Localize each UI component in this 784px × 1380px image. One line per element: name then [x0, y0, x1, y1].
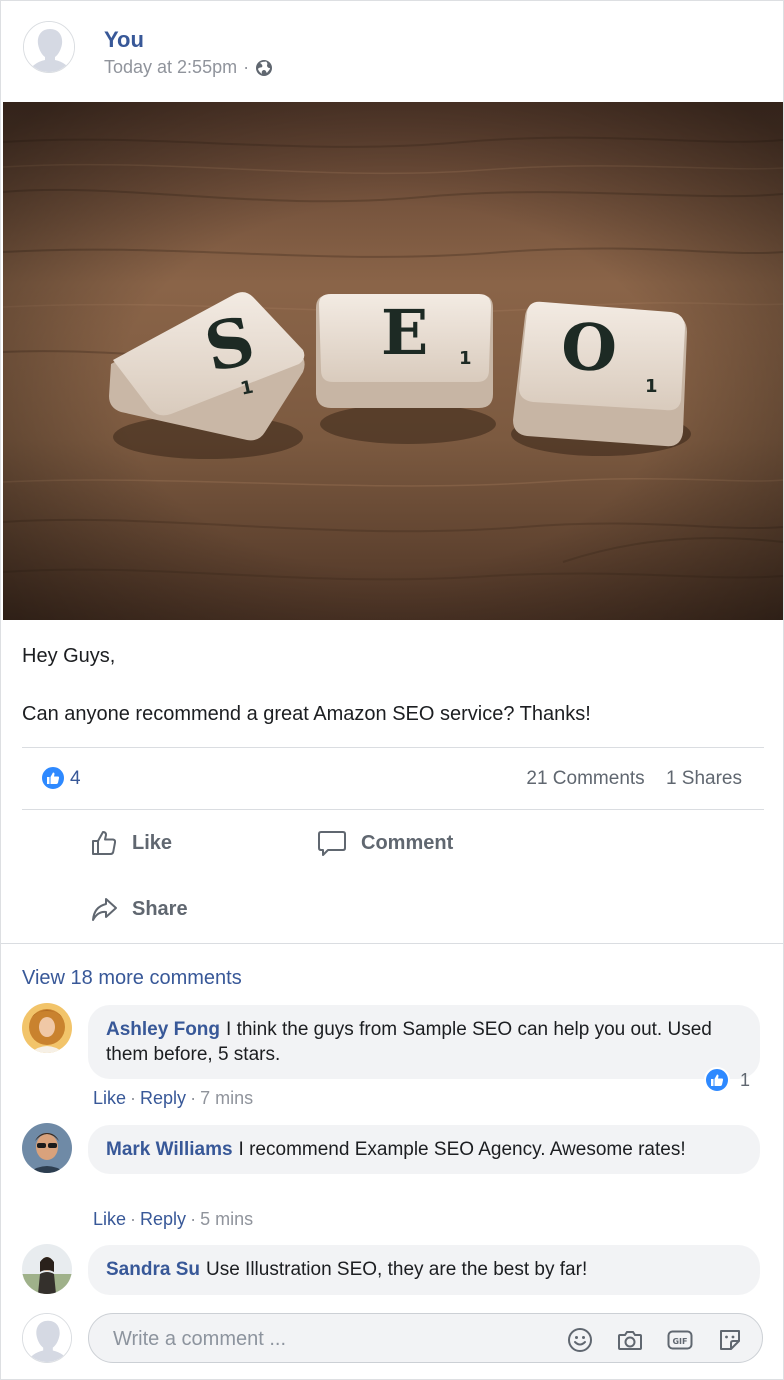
comment-text: Use Illustration SEO, they are the best …: [205, 1259, 588, 1280]
post-text-spacer: [22, 671, 762, 700]
svg-text:GIF: GIF: [672, 1337, 687, 1346]
meta-separator: ·: [243, 57, 250, 77]
divider-top: [22, 747, 764, 748]
post-header: You Today at 2:55pm ·: [1, 1, 783, 101]
comment-time[interactable]: 5 mins: [200, 1209, 253, 1229]
tile-o-points: 1: [645, 376, 658, 397]
comment-reactions[interactable]: 1: [704, 1067, 750, 1093]
like-label: Like: [132, 831, 173, 854]
comment-bubble-ashley: Ashley Fong I think the guys from Sample …: [88, 1005, 760, 1079]
tile-e-points: 1: [459, 348, 472, 369]
emoji-icon[interactable]: [566, 1326, 594, 1354]
post-counts: 21 Comments 1 Shares: [510, 768, 742, 790]
comment-time[interactable]: 7 mins: [200, 1088, 253, 1108]
commenter-name[interactable]: Mark Williams: [106, 1139, 233, 1160]
share-arrow-icon: [92, 898, 117, 921]
comment-reply-link[interactable]: Reply: [140, 1209, 186, 1229]
divider-comments: [1, 943, 783, 944]
tile-e: E 1: [316, 294, 493, 408]
share-label: Share: [132, 897, 188, 920]
seo-tiles-photo: S 1 E 1 1 O 1: [3, 102, 783, 620]
comment-bubble-icon: [318, 831, 346, 856]
post-body: Hey Guys, Can anyone recommend a great A…: [22, 642, 762, 729]
view-more-comments-link[interactable]: View 18 more comments: [22, 967, 242, 990]
author-name[interactable]: You: [104, 27, 144, 53]
default-profile-icon: [23, 1314, 71, 1362]
comment-bubble-mark: Mark Williams I recommend Example SEO Age…: [88, 1125, 760, 1174]
commenter-name[interactable]: Sandra Su: [106, 1259, 200, 1280]
shares-count[interactable]: 1 Shares: [666, 768, 742, 789]
like-button[interactable]: Like: [90, 829, 172, 857]
comment-composer: GIF: [88, 1313, 763, 1363]
comment-reply-link[interactable]: Reply: [140, 1088, 186, 1108]
profile-photo: [22, 1123, 72, 1173]
thumbs-up-icon: [711, 1074, 724, 1086]
default-profile-icon: [24, 22, 74, 72]
divider-actions: [22, 809, 764, 810]
tile-o-letter-main: O: [559, 309, 619, 387]
commenter-name[interactable]: Ashley Fong: [106, 1019, 220, 1040]
post-timestamp[interactable]: Today at 2:55pm: [104, 57, 237, 78]
camera-icon[interactable]: [616, 1326, 644, 1354]
post-text-line-2: Can anyone recommend a great Amazon SEO …: [22, 703, 591, 725]
avatar-sandra-su[interactable]: [22, 1244, 72, 1294]
like-reaction-icon[interactable]: [40, 765, 66, 791]
author-avatar[interactable]: [23, 21, 75, 73]
avatar-mark-williams[interactable]: [22, 1123, 72, 1173]
globe-icon[interactable]: [255, 59, 273, 77]
comment-text: I recommend Example SEO Agency. Awesome …: [238, 1139, 686, 1160]
comment-actions: Like · Reply · 7 mins: [93, 1088, 254, 1108]
like-count[interactable]: 4: [70, 768, 81, 790]
post-meta: Today at 2:55pm ·: [104, 57, 273, 78]
composer-avatar: [22, 1313, 72, 1363]
post-card: You Today at 2:55pm · S 1 E 1 O 1 Hey Gu…: [0, 0, 784, 1380]
thumbs-up-outline-icon: [92, 831, 117, 855]
profile-photo: [22, 1244, 72, 1294]
sticker-icon[interactable]: [716, 1326, 744, 1354]
comment-bubble-sandra: Sandra Su Use Illustration SEO, they are …: [88, 1245, 760, 1295]
share-button[interactable]: Share: [90, 895, 188, 923]
comment-like-link[interactable]: Like: [93, 1088, 126, 1108]
like-reaction-icon: [704, 1067, 730, 1093]
gif-icon[interactable]: GIF: [666, 1326, 694, 1354]
post-stats: 4 21 Comments 1 Shares: [22, 749, 764, 809]
profile-photo: [22, 1003, 72, 1053]
comment-like-link[interactable]: Like: [93, 1209, 126, 1229]
post-photo[interactable]: S 1 E 1 1 O 1: [3, 102, 783, 620]
reaction-count: 1: [740, 1069, 751, 1090]
comment-input[interactable]: [111, 1324, 535, 1354]
comment-button[interactable]: Comment: [317, 829, 453, 857]
comment-actions: Like · Reply · 5 mins: [93, 1209, 254, 1229]
post-text-line-1: Hey Guys,: [22, 645, 116, 667]
comments-count[interactable]: 21 Comments: [526, 768, 644, 789]
thumbs-up-icon: [47, 772, 60, 784]
avatar-ashley-fong[interactable]: [22, 1003, 72, 1053]
comment-label: Comment: [361, 831, 454, 854]
tile-e-letter: E: [381, 296, 428, 369]
tile-o: 1 O 1: [513, 301, 687, 447]
